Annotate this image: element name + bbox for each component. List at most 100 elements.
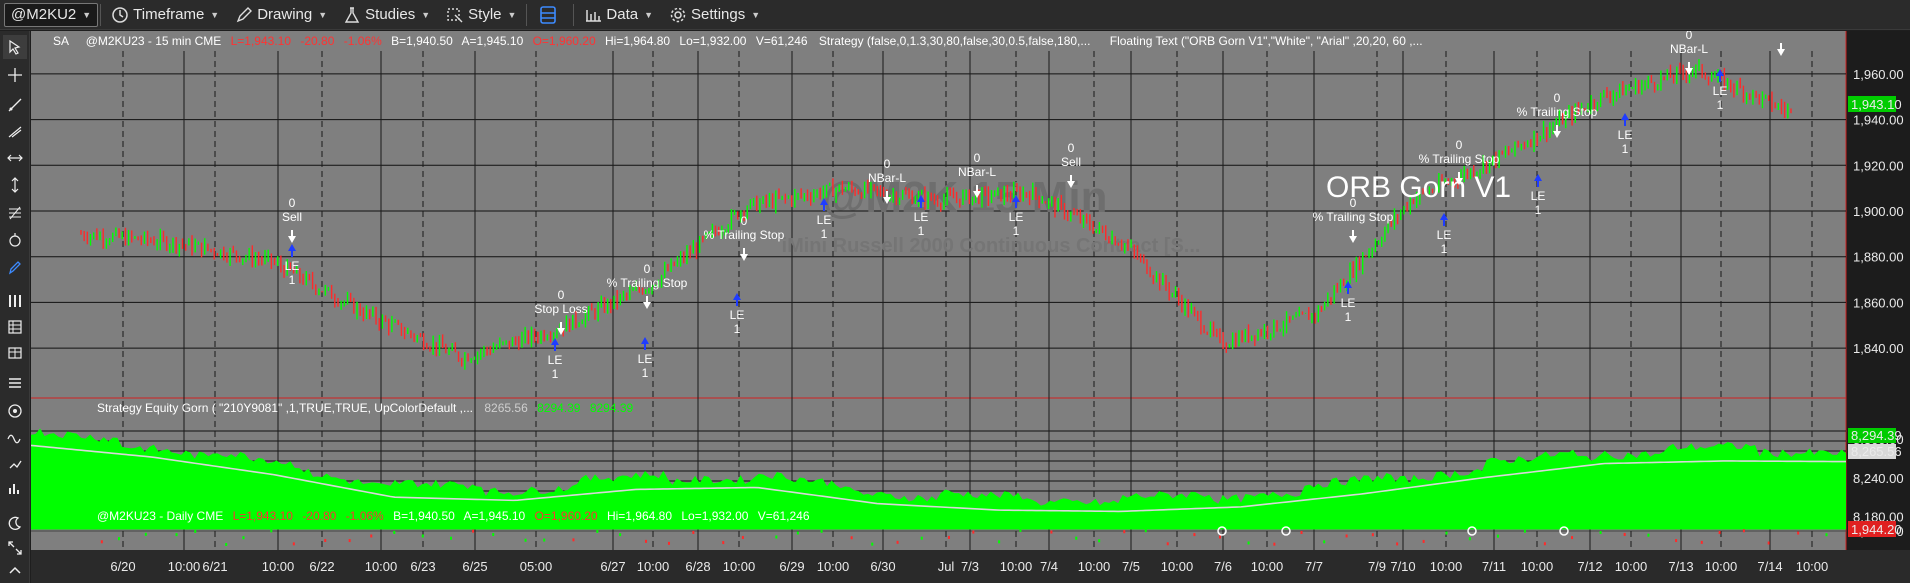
annotation-label: LE <box>914 210 929 224</box>
time-tick: 10:00 <box>637 559 670 574</box>
symbol-label: @M2KU2 <box>11 6 77 23</box>
daily-bar <box>1647 533 1650 537</box>
daily-bar <box>1700 540 1703 544</box>
cycle-tool-icon[interactable] <box>3 228 27 252</box>
annotation-label: 0 <box>884 157 891 171</box>
moon-icon[interactable] <box>3 511 27 535</box>
daily-bar <box>270 529 273 533</box>
time-tick: 10:00 <box>723 559 756 574</box>
crosshair-tool-icon[interactable] <box>3 63 27 87</box>
fibonacci-tool-icon[interactable] <box>3 201 27 225</box>
annotation-label: 1 <box>552 367 559 381</box>
annotation-label: NBar-L <box>1670 42 1708 56</box>
pane3-header: @M2KU23 - Daily CME L=1,943.10 -20.80 -1… <box>97 509 810 523</box>
daily-bar <box>1496 534 1499 538</box>
annotation-label: 0 <box>741 214 748 228</box>
daily-bar <box>1300 531 1303 535</box>
daily-bar <box>722 541 725 545</box>
annotation-label: 1 <box>1441 242 1448 256</box>
annotation-label: 1 <box>1717 98 1724 112</box>
data-label: Data <box>606 6 639 23</box>
time-tick: 7/7 <box>1305 559 1323 574</box>
daily-bar <box>1371 533 1374 537</box>
settings-menu[interactable]: Settings ▼ <box>661 0 768 30</box>
daily-bar <box>596 529 599 533</box>
chevron-down-icon: ▼ <box>644 9 654 20</box>
analysis-tag: SA <box>53 34 69 48</box>
pointer-tool-icon[interactable] <box>3 35 27 59</box>
pane1-header: SA @M2KU23 - 15 min CME L=1,943.10 -20.8… <box>53 34 1423 48</box>
wave-icon[interactable] <box>3 425 27 449</box>
daily-bar <box>1123 530 1126 534</box>
annotation-label: 0 <box>974 151 981 165</box>
symbol-selector[interactable]: @M2KU2 ▼ <box>4 2 99 27</box>
time-tick: 10:00 <box>262 559 295 574</box>
daily-bar <box>1218 535 1221 539</box>
annotation-label: % Trailing Stop <box>1517 105 1598 119</box>
daily-bar <box>1468 537 1471 541</box>
annotation-label: LE <box>730 308 745 322</box>
pen-tool-icon[interactable] <box>3 255 27 279</box>
time-tick: 10:00 <box>1251 559 1284 574</box>
toolbar-divider <box>573 3 575 26</box>
daily-bar <box>796 531 799 535</box>
daily-bar <box>920 536 923 540</box>
annotation-label: 1 <box>642 366 649 380</box>
pane3-volume: V=61,246 <box>758 509 810 523</box>
style-menu[interactable]: Style ▼ <box>438 0 524 30</box>
pencil-icon <box>236 6 253 22</box>
daily-bar <box>1050 530 1053 534</box>
annotation-label: 1 <box>1535 203 1542 217</box>
strategy-params: Strategy (false,0,1.3,30,80,false,30,0.5… <box>819 34 1091 48</box>
equity-value-2: 8294.39 <box>537 401 581 415</box>
daily-bar <box>370 534 373 538</box>
daily-bar <box>947 535 950 539</box>
pane1-change: -20.80 <box>300 34 334 48</box>
daily-bar <box>820 529 823 533</box>
time-tick: 10:00 <box>1078 559 1111 574</box>
menu-lines-icon[interactable] <box>3 371 27 395</box>
studies-menu[interactable]: Studies ▼ <box>335 0 438 30</box>
data-menu[interactable]: Data ▼ <box>576 0 661 30</box>
pane3-pct: -1.06% <box>346 509 384 523</box>
pane3-ask: A=1,945.10 <box>463 509 525 523</box>
time-tick: 7/12 <box>1577 559 1602 574</box>
target-icon[interactable] <box>3 399 27 423</box>
equity-value-1: 8265.56 <box>484 401 528 415</box>
daily-bar <box>175 533 178 537</box>
table-tool-icon[interactable] <box>3 341 27 365</box>
drawing-menu[interactable]: Drawing ▼ <box>227 0 335 30</box>
chevron-up-icon[interactable] <box>3 559 27 583</box>
equity-title: Strategy Equity Gorn ( "210Y9081" ,1,TRU… <box>97 401 473 415</box>
annotation-label: LE <box>1341 296 1356 310</box>
equity-marker-2-text: 8,265.56 <box>1851 444 1902 459</box>
time-tick: 6/20 <box>110 559 135 574</box>
chart-area[interactable]: @M2K 15 Min iMini Russell 2000 Continuou… <box>31 31 1910 583</box>
trendline-tool-icon[interactable] <box>3 93 27 117</box>
chevron-down-icon: ▼ <box>421 9 431 20</box>
trade-icon[interactable] <box>3 451 27 475</box>
horizontal-line-tool-icon[interactable] <box>3 146 27 170</box>
daily-bar <box>450 536 453 540</box>
vertical-line-tool-icon[interactable] <box>3 173 27 197</box>
timeframe-menu[interactable]: Timeframe ▼ <box>103 0 227 30</box>
bars-tool-icon[interactable] <box>3 289 27 313</box>
annotation-label: 1 <box>734 322 741 336</box>
chevron-down-icon: ▼ <box>751 9 761 20</box>
daily-bar <box>1098 539 1101 543</box>
daily-bar <box>1075 536 1078 540</box>
daily-bar <box>225 542 228 546</box>
layout-button[interactable] <box>529 0 571 30</box>
grid-tool-icon[interactable] <box>3 315 27 339</box>
gear-icon <box>670 7 686 22</box>
annotation-label: LE <box>1713 84 1728 98</box>
annotation-label: 0 <box>644 262 651 276</box>
annotation-label: LE <box>1437 228 1452 242</box>
ray-tool-icon[interactable] <box>3 119 27 143</box>
volume-bars-icon[interactable] <box>3 476 27 500</box>
expand-icon[interactable] <box>3 536 27 560</box>
daily-bar <box>896 540 899 544</box>
price-tick: 1,900.00 <box>1853 204 1904 219</box>
last-price-marker-text: 1,943.10 <box>1851 97 1902 112</box>
annotation-label: 1 <box>289 273 296 287</box>
